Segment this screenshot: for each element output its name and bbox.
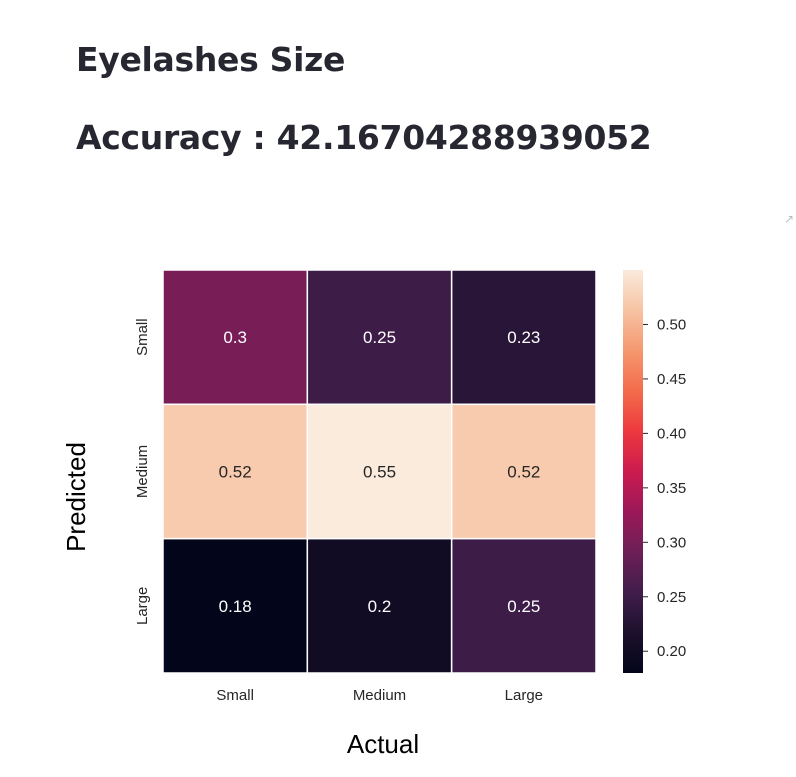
colorbar-tick-label: 0.50 [657, 316, 686, 333]
x-tick-label: Medium [353, 687, 406, 704]
x-tick-label: Large [505, 687, 543, 704]
cell-value-label: 0.23 [507, 328, 540, 347]
y-tick-label: Small [134, 318, 151, 356]
cell-value-label: 0.25 [507, 597, 540, 616]
cell-value-label: 0.2 [368, 597, 392, 616]
y-axis-label: Predicted [61, 442, 91, 552]
colorbar-tick-label: 0.45 [657, 371, 686, 388]
cell-value-label: 0.52 [507, 463, 540, 482]
heatmap-chart: 0.3 0.25 0.23 0.52 0.55 0.52 0.18 0.2 0.25 Small… [61, 269, 686, 759]
cell-value-label: 0.18 [219, 597, 252, 616]
colorbar-tick-label: 0.35 [657, 480, 686, 497]
colorbar-tick-label: 0.25 [657, 589, 686, 606]
cell-value-label: 0.52 [219, 463, 252, 482]
colorbar [623, 270, 643, 673]
cell-value-label: 0.3 [223, 328, 247, 347]
x-axis-label: Actual [347, 729, 419, 759]
colorbar-tick-label: 0.20 [657, 643, 686, 660]
cell-value-label: 0.55 [363, 463, 396, 482]
colorbar-tick-label: 0.30 [657, 534, 686, 551]
y-tick-label: Medium [134, 445, 151, 498]
x-tick-label: Small [216, 687, 254, 704]
cell-value-label: 0.25 [363, 328, 396, 347]
y-tick-label: Large [134, 587, 151, 625]
colorbar-tick-label: 0.40 [657, 425, 686, 442]
